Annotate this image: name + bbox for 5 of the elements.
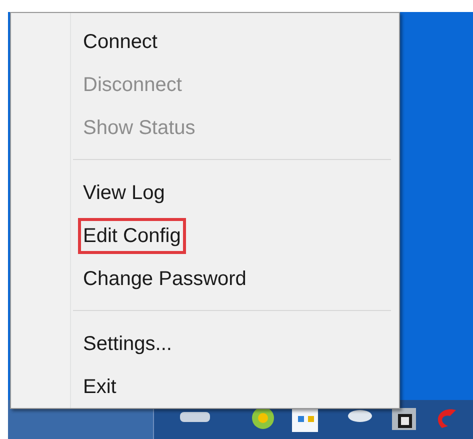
menu-item[interactable]: Exit <box>81 372 118 402</box>
menu-item[interactable]: Change Password <box>81 264 248 294</box>
menu-item[interactable]: Connect <box>81 26 160 56</box>
menu-item[interactable]: View Log <box>81 178 167 208</box>
menu-item[interactable]: Settings... <box>81 328 174 358</box>
